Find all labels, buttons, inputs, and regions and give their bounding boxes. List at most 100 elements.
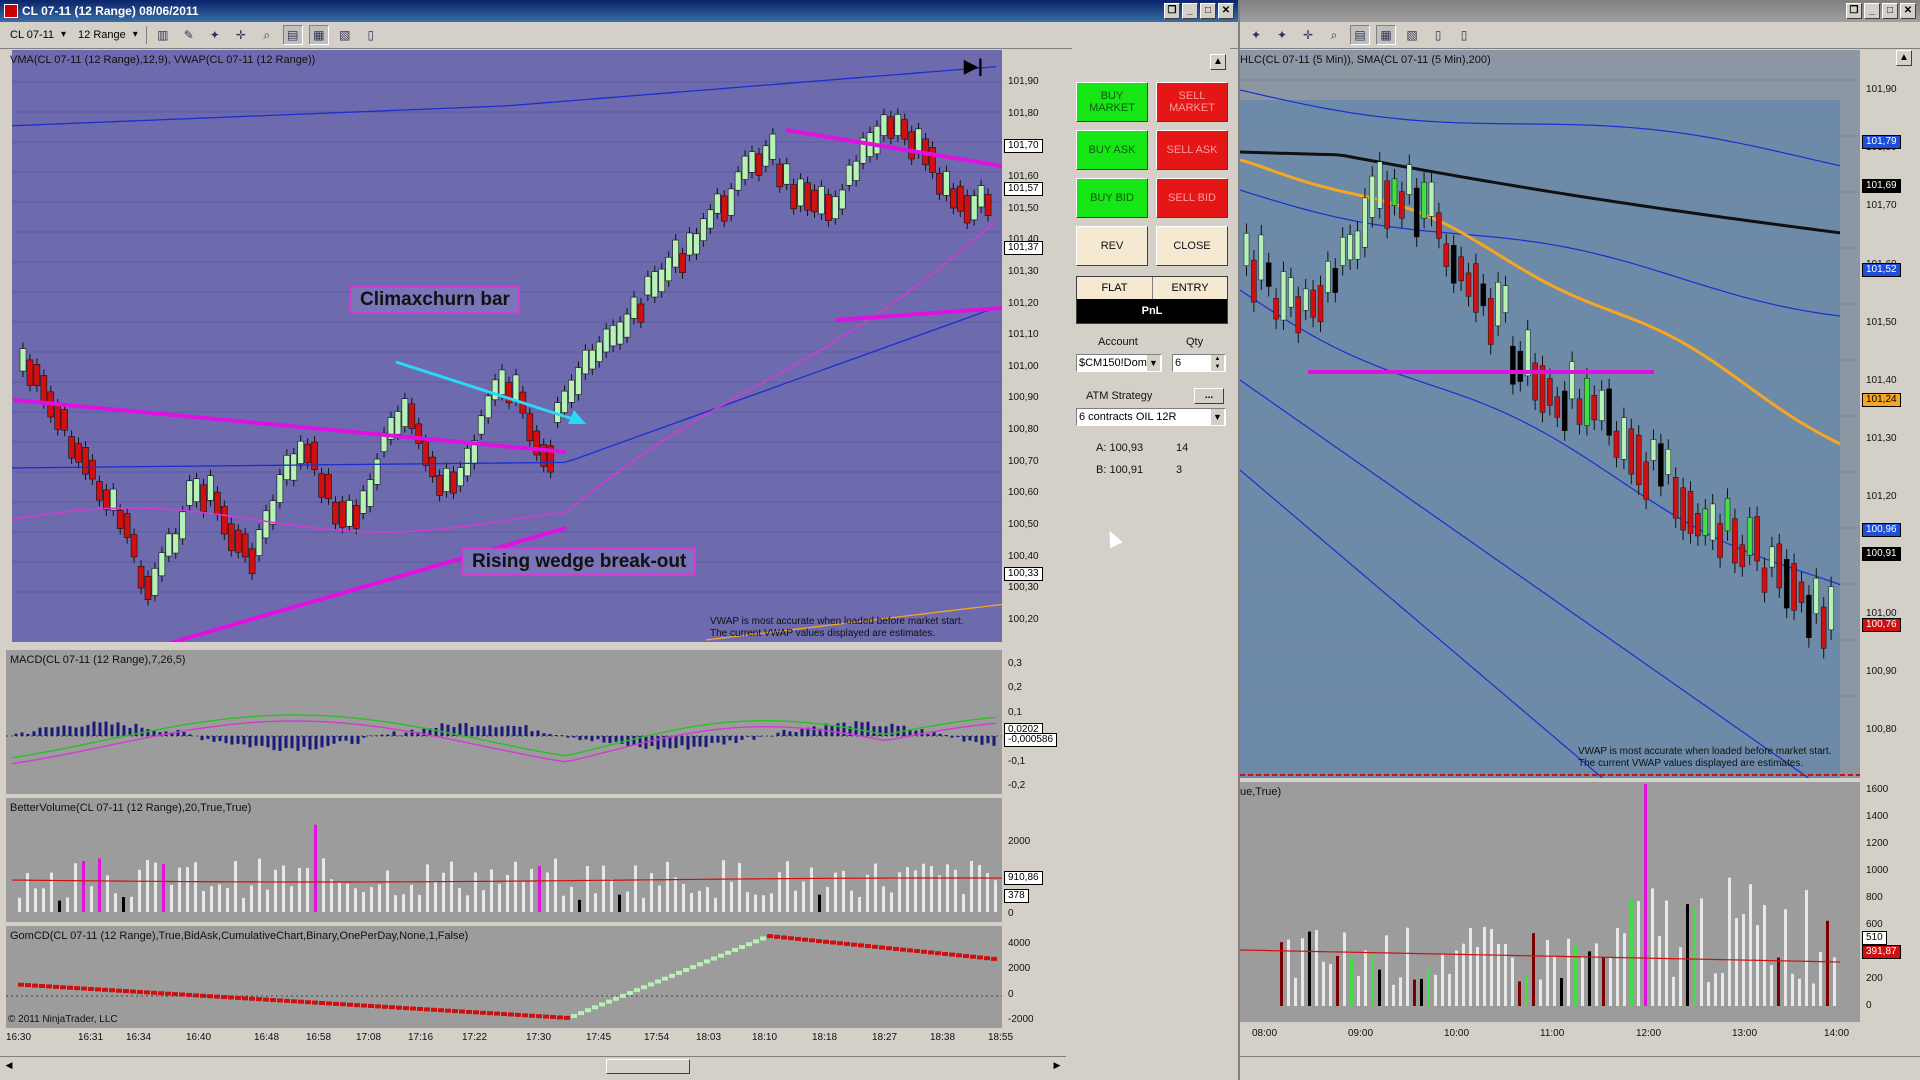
properties-icon[interactable]: ▯ — [361, 25, 381, 45]
candle-body — [838, 189, 846, 210]
right-price-pane[interactable]: HLC(CL 07-11 (5 Min)), SMA(CL 07-11 (5 M… — [1240, 50, 1920, 778]
time-tick-label: 16:40 — [186, 1032, 212, 1043]
bar-type-icon[interactable]: ▥ — [153, 25, 173, 45]
crosshair-icon[interactable]: ✛ — [1298, 25, 1318, 45]
candle-body — [1569, 361, 1575, 400]
right-title-bar[interactable]: ❐ _ □ ✕ — [1240, 0, 1920, 22]
gomcd-brick — [242, 996, 248, 1001]
candle-body — [790, 184, 797, 210]
scroll-left-arrow-icon[interactable]: ◀ — [1, 1058, 17, 1073]
better-volume-axis[interactable]: 200010000910,86378 — [1002, 798, 1072, 922]
buy-market-button[interactable]: BUY MARKET — [1076, 82, 1148, 122]
scroll-to-end-icon[interactable]: ▶| — [964, 56, 983, 77]
restore-icon[interactable]: ❐ — [1164, 3, 1180, 19]
left-price-pane[interactable]: VMA(CL 07-11 (12 Range),12,9), VWAP(CL 0… — [6, 50, 1072, 642]
volume-bar — [1714, 973, 1717, 1006]
instrument-selector[interactable]: CL 07-11 — [6, 26, 68, 44]
volume-bar — [26, 873, 29, 912]
indicators-icon[interactable]: ▦ — [308, 25, 329, 45]
maximize-icon[interactable]: □ — [1200, 3, 1216, 19]
panel-collapse-icon[interactable]: ▲ — [1210, 54, 1226, 70]
account-select[interactable]: $CM150!Dom ▼ — [1076, 354, 1162, 372]
axis-tick-label: 101,30 — [1008, 265, 1039, 277]
chevron-down-icon[interactable]: ▼ — [1147, 355, 1160, 371]
maximize-icon[interactable]: □ — [1882, 3, 1898, 19]
strategies-icon[interactable]: ▧ — [335, 25, 355, 45]
close-icon[interactable]: ✕ — [1218, 3, 1234, 19]
candle-body — [825, 194, 832, 221]
gomcd-brick — [536, 1014, 542, 1019]
volume-bar — [738, 863, 741, 912]
volume-bar — [1301, 938, 1304, 1006]
gomcd-axis[interactable]: 4000 2000 0 -2000 — [1002, 926, 1072, 1028]
candle-body — [1332, 268, 1339, 293]
period-selector[interactable]: 12 Range — [74, 26, 140, 44]
properties-icon[interactable]: ▯ — [1428, 25, 1448, 45]
pencil-icon[interactable]: ✎ — [179, 25, 199, 45]
chart-trader-icon[interactable]: ▤ — [282, 25, 303, 45]
sell-bid-button[interactable]: SELL BID — [1156, 178, 1228, 218]
left-time-axis[interactable]: 16:30 16:31 16:34 16:40 16:48 16:58 17:08 17:16… — [6, 1030, 1013, 1050]
reverse-button[interactable]: REV — [1076, 226, 1148, 266]
left-title-bar[interactable]: CL 07-11 (12 Range) 08/06/2011 ❐ _ □ ✕ — [0, 0, 1238, 22]
sell-ask-button[interactable]: SELL ASK — [1156, 130, 1228, 170]
sell-market-button[interactable]: SELL MARKET — [1156, 82, 1228, 122]
magic-wand-icon[interactable]: ✦ — [205, 25, 225, 45]
scroll-right-arrow-icon[interactable]: ▶ — [1049, 1058, 1065, 1073]
gomcd-brick — [914, 949, 920, 954]
zoom-icon[interactable]: ⌕ — [257, 25, 277, 45]
gomcd-label: GomCD(CL 07-11 (12 Range),True,BidAsk,Cu… — [10, 930, 469, 942]
buy-ask-button[interactable]: BUY ASK — [1076, 130, 1148, 170]
chart-trader-icon[interactable]: ▤ — [1350, 25, 1370, 45]
gomcd-pane[interactable]: GomCD(CL 07-11 (12 Range),True,BidAsk,Cu… — [6, 926, 1072, 1028]
volume-bar — [386, 870, 389, 912]
gomcd-brick — [102, 987, 108, 992]
qty-stepper[interactable]: 6 ▲ ▼ — [1172, 354, 1226, 372]
magic-wand-icon[interactable]: ✦ — [1272, 25, 1292, 45]
gomcd-brick — [81, 986, 87, 991]
right-price-chart[interactable] — [1240, 50, 1860, 778]
better-volume-pane[interactable]: BetterVolume(CL 07-11 (12 Range),20,True… — [6, 798, 1072, 922]
chevron-down-icon[interactable]: ▼ — [1211, 409, 1224, 425]
macd-axis[interactable]: 0,30,20,10-0,1-0,20,0202-0,000586 — [1002, 650, 1072, 794]
strategies-icon[interactable]: ▧ — [1402, 25, 1422, 45]
minimize-icon[interactable]: _ — [1182, 3, 1198, 19]
axis-tick-label: 100,20 — [1008, 614, 1039, 625]
volume-bar — [1294, 977, 1297, 1006]
right-volume-axis[interactable]: 16001400120010008006004002000510391,87 — [1860, 782, 1920, 1022]
candle-body — [1761, 567, 1768, 593]
right-volume-pane[interactable]: ue,True) 1600140012001000800600400200051… — [1240, 782, 1920, 1022]
volume-bar — [234, 861, 237, 912]
stepper-arrows-icon[interactable]: ▲ ▼ — [1211, 355, 1224, 371]
candle-body — [1695, 512, 1701, 537]
gomcd-brick — [312, 1000, 318, 1005]
indicators-icon[interactable]: ▦ — [1376, 25, 1396, 45]
close-position-button[interactable]: CLOSE — [1156, 226, 1228, 266]
atm-more-button[interactable]: ... — [1194, 388, 1224, 404]
candle-body — [1798, 581, 1805, 603]
atm-strategy-select[interactable]: 6 contracts OIL 12R ▼ — [1076, 408, 1226, 426]
magic-wand-icon[interactable]: ✦ — [1246, 25, 1266, 45]
volume-bar — [298, 867, 301, 912]
left-price-axis[interactable]: 101,90101,80101,70101,60101,50101,40101,… — [1002, 50, 1072, 642]
macd-pane[interactable]: MACD(CL 07-11 (12 Range),7,26,5) 0,3 0,2 0… — [6, 650, 1072, 794]
volume-bar — [554, 858, 557, 912]
zoom-icon[interactable]: ⌕ — [1324, 25, 1344, 45]
data-box-icon[interactable]: ▯ — [1454, 25, 1474, 45]
buy-bid-button[interactable]: BUY BID — [1076, 178, 1148, 218]
crosshair-icon[interactable]: ✛ — [231, 25, 251, 45]
right-horizontal-scrollbar[interactable] — [1240, 1056, 1920, 1075]
restore-icon[interactable]: ❐ — [1846, 3, 1862, 19]
gomcd-brick — [382, 1004, 388, 1009]
time-tick-label: 18:10 — [752, 1032, 778, 1043]
gomcd-brick — [655, 979, 661, 984]
scroll-thumb[interactable] — [606, 1059, 690, 1074]
axis-tick-label: -0,2 — [1008, 780, 1026, 791]
close-icon[interactable]: ✕ — [1900, 3, 1916, 19]
candle-body — [1532, 362, 1538, 401]
gomcd-brick — [277, 998, 283, 1003]
right-price-axis[interactable]: 101,90101,80101,70101,60101,50101,40101,… — [1860, 50, 1920, 778]
right-time-axis[interactable]: 08:00 09:00 10:00 11:00 12:00 13:00 14:00 — [1240, 1026, 1860, 1046]
minimize-icon[interactable]: _ — [1864, 3, 1880, 19]
left-horizontal-scrollbar[interactable]: ◀ ▶ — [0, 1056, 1066, 1075]
